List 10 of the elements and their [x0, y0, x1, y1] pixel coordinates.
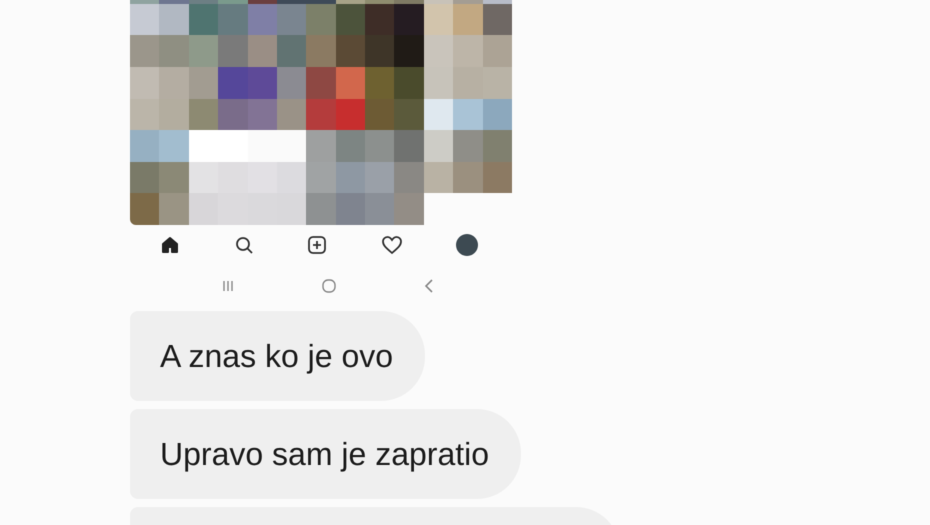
heart-icon[interactable] [380, 235, 402, 255]
recents-icon[interactable] [222, 280, 234, 292]
home-icon[interactable] [160, 235, 180, 255]
search-icon[interactable] [234, 235, 254, 255]
home-button-icon[interactable] [322, 279, 336, 293]
avatar-icon[interactable] [456, 234, 478, 256]
back-icon[interactable] [424, 279, 434, 293]
message-bubble: Upravo sam je zapratio [130, 409, 522, 499]
message-bubble: A znas ko je ovo [130, 311, 426, 401]
add-icon[interactable] [307, 235, 327, 255]
